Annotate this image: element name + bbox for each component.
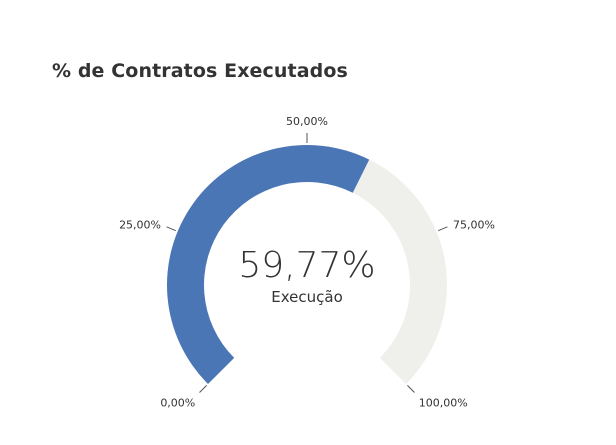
gauge-tick-line xyxy=(407,385,415,393)
gauge-card: % de Contratos Executados 0,00% 25,00% 50,… xyxy=(0,0,616,445)
gauge-caption: Execução xyxy=(271,288,343,306)
gauge-tick-label: 25,00% xyxy=(119,219,161,232)
gauge-tick-line xyxy=(437,226,448,232)
gauge-chart: 0,00% 25,00% 50,00% 75,00% 100,00% 59,77% Ex… xyxy=(119,115,495,410)
gauge-value: 59,77% xyxy=(238,245,375,286)
gauge-tick-line xyxy=(199,385,207,393)
gauge-tick-label: 100,00% xyxy=(419,397,468,410)
gauge-tick-line xyxy=(166,226,177,232)
gauge-tick-label: 50,00% xyxy=(286,115,328,128)
gauge-tick-label: 75,00% xyxy=(453,219,495,232)
gauge-tick-label: 0,00% xyxy=(160,397,195,410)
